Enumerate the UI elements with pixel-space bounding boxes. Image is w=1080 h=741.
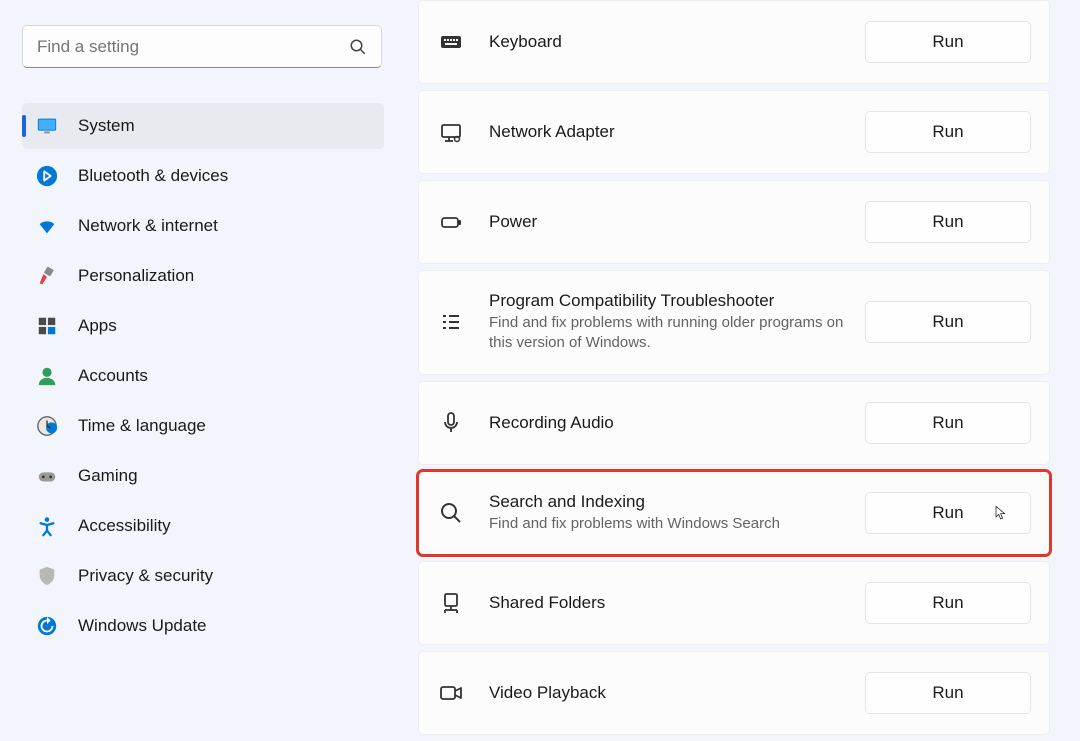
sidebar-item-bluetooth[interactable]: Bluetooth & devices [22, 153, 384, 199]
sidebar-item-label: Time & language [78, 416, 206, 436]
sidebar-item-privacy[interactable]: Privacy & security [22, 553, 384, 599]
microphone-icon [437, 409, 465, 437]
troubleshooter-title: Recording Audio [489, 413, 865, 433]
sidebar-item-label: Windows Update [78, 616, 207, 636]
shield-icon [34, 563, 60, 589]
troubleshooter-search-indexing: Search and Indexing Find and fix problem… [418, 471, 1050, 555]
run-button-label: Run [932, 503, 963, 522]
run-button-video-playback[interactable]: Run [865, 672, 1031, 714]
run-button-label: Run [932, 593, 963, 612]
troubleshooter-list: Keyboard Run Network Adapter Run Power R… [400, 0, 1080, 741]
run-button-keyboard[interactable]: Run [865, 21, 1031, 63]
search-icon [349, 38, 367, 56]
run-button-recording-audio[interactable]: Run [865, 402, 1031, 444]
network-adapter-icon [437, 118, 465, 146]
run-button-label: Run [932, 413, 963, 432]
clock-globe-icon [34, 413, 60, 439]
troubleshooter-desc: Find and fix problems with Windows Searc… [489, 514, 865, 534]
sidebar-item-accessibility[interactable]: Accessibility [22, 503, 384, 549]
sidebar-item-label: Bluetooth & devices [78, 166, 228, 186]
troubleshooter-text: Shared Folders [489, 593, 865, 613]
battery-icon [437, 208, 465, 236]
sidebar-item-label: Accounts [78, 366, 148, 386]
troubleshooter-title: Network Adapter [489, 122, 865, 142]
cursor-icon [994, 503, 1010, 523]
sidebar-item-network[interactable]: Network & internet [22, 203, 384, 249]
sidebar-item-label: Apps [78, 316, 117, 336]
search-input[interactable] [37, 37, 349, 57]
sidebar-item-time[interactable]: Time & language [22, 403, 384, 449]
troubleshooter-title: Keyboard [489, 32, 865, 52]
run-button-label: Run [932, 122, 963, 141]
troubleshooter-keyboard: Keyboard Run [418, 0, 1050, 84]
troubleshooter-power: Power Run [418, 180, 1050, 264]
troubleshooter-shared-folders: Shared Folders Run [418, 561, 1050, 645]
sidebar-item-apps[interactable]: Apps [22, 303, 384, 349]
shared-folder-icon [437, 589, 465, 617]
display-icon [34, 113, 60, 139]
troubleshooter-program-compat: Program Compatibility Troubleshooter Fin… [418, 270, 1050, 375]
wifi-icon [34, 213, 60, 239]
run-button-label: Run [932, 212, 963, 231]
sidebar-item-label: Gaming [78, 466, 138, 486]
run-button-shared-folders[interactable]: Run [865, 582, 1031, 624]
sidebar-item-personalization[interactable]: Personalization [22, 253, 384, 299]
run-button-label: Run [932, 683, 963, 702]
sidebar-item-accounts[interactable]: Accounts [22, 353, 384, 399]
troubleshooter-title: Power [489, 212, 865, 232]
video-icon [437, 679, 465, 707]
troubleshooter-title: Shared Folders [489, 593, 865, 613]
sidebar: System Bluetooth & devices Network & int… [0, 0, 400, 741]
run-button-label: Run [932, 32, 963, 51]
sidebar-item-label: Personalization [78, 266, 194, 286]
run-button-search-indexing[interactable]: Run [865, 492, 1031, 534]
accessibility-icon [34, 513, 60, 539]
troubleshooter-title: Video Playback [489, 683, 865, 703]
troubleshooter-text: Network Adapter [489, 122, 865, 142]
sidebar-item-system[interactable]: System [22, 103, 384, 149]
troubleshooter-text: Power [489, 212, 865, 232]
apps-icon [34, 313, 60, 339]
search-box[interactable] [22, 25, 382, 68]
troubleshooter-network-adapter: Network Adapter Run [418, 90, 1050, 174]
run-button-program-compat[interactable]: Run [865, 301, 1031, 343]
troubleshooter-title: Program Compatibility Troubleshooter [489, 291, 865, 311]
bluetooth-icon [34, 163, 60, 189]
keyboard-icon [437, 28, 465, 56]
troubleshooter-recording-audio: Recording Audio Run [418, 381, 1050, 465]
sidebar-item-label: Accessibility [78, 516, 171, 536]
update-icon [34, 613, 60, 639]
controller-icon [34, 463, 60, 489]
troubleshooter-text: Keyboard [489, 32, 865, 52]
troubleshooter-text: Recording Audio [489, 413, 865, 433]
troubleshooter-text: Program Compatibility Troubleshooter Fin… [489, 291, 865, 354]
troubleshooter-text: Video Playback [489, 683, 865, 703]
troubleshooter-title: Search and Indexing [489, 492, 865, 512]
run-button-power[interactable]: Run [865, 201, 1031, 243]
person-icon [34, 363, 60, 389]
list-icon [437, 308, 465, 336]
troubleshooter-text: Search and Indexing Find and fix problem… [489, 492, 865, 534]
search-icon [437, 499, 465, 527]
brush-icon [34, 263, 60, 289]
sidebar-item-gaming[interactable]: Gaming [22, 453, 384, 499]
sidebar-item-label: System [78, 116, 135, 136]
run-button-network-adapter[interactable]: Run [865, 111, 1031, 153]
sidebar-item-update[interactable]: Windows Update [22, 603, 384, 649]
sidebar-item-label: Network & internet [78, 216, 218, 236]
run-button-label: Run [932, 312, 963, 331]
troubleshooter-video-playback: Video Playback Run [418, 651, 1050, 735]
sidebar-nav: System Bluetooth & devices Network & int… [22, 103, 384, 653]
sidebar-item-label: Privacy & security [78, 566, 213, 586]
troubleshooter-desc: Find and fix problems with running older… [489, 313, 865, 354]
